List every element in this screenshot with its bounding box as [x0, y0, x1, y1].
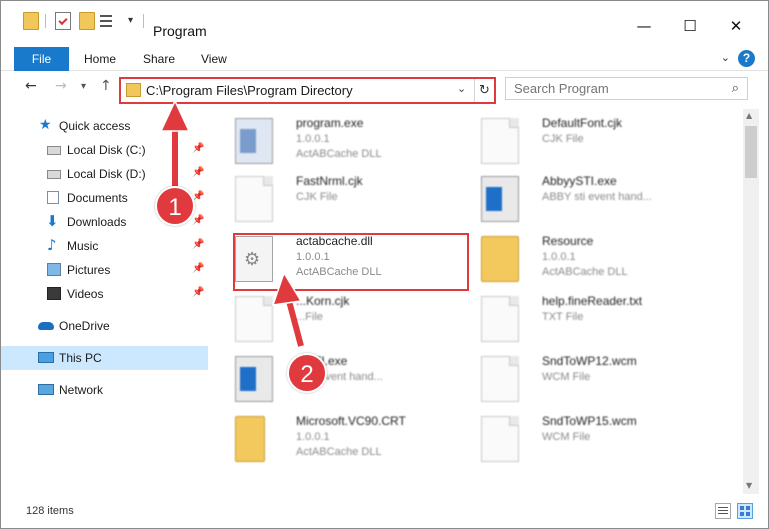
step-badge-2: 2	[287, 353, 327, 393]
arrow-head-step-1	[159, 99, 191, 132]
step-badge-1: 1	[155, 186, 195, 226]
arrow-step-2	[285, 296, 304, 347]
file-explorer-window: ▾ Program — ☐ ✕ File Home Share View ⌄ ?…	[0, 0, 769, 529]
arrow-head-step-2	[271, 271, 303, 306]
annotation-arrows	[159, 99, 304, 347]
